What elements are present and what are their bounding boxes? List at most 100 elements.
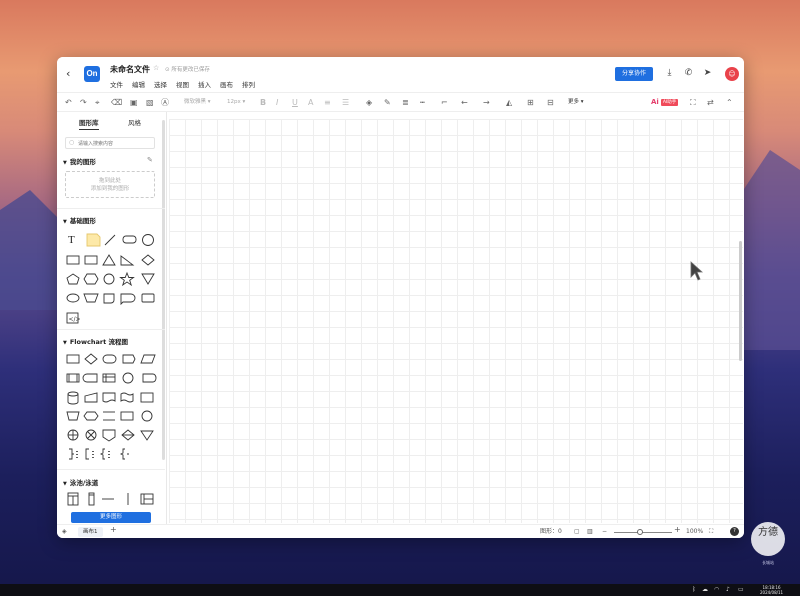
trapezoid-shape[interactable]	[83, 293, 99, 303]
manual-input-shape[interactable]	[84, 392, 98, 403]
more-tools-button[interactable]: 更多 ▾	[568, 97, 584, 108]
fullscreen-small-icon[interactable]: ⛶	[709, 527, 713, 537]
download-icon[interactable]: ⤓	[664, 68, 675, 79]
zoom-slider-handle[interactable]	[637, 529, 643, 535]
collapse-icon[interactable]: ⌃	[726, 97, 733, 108]
group-icon[interactable]: ⊟	[547, 97, 554, 108]
rect-alt-shape[interactable]	[84, 255, 98, 265]
fill-color-icon[interactable]: ◈	[366, 97, 372, 108]
font-color-icon[interactable]: A	[308, 97, 313, 108]
arrow-start-icon[interactable]: ←	[461, 97, 468, 108]
menu-view[interactable]: 视图	[176, 79, 189, 89]
process-shape[interactable]	[66, 354, 80, 364]
pentagon-shape[interactable]	[66, 273, 80, 285]
zoom-level[interactable]: 100%	[686, 527, 703, 537]
card-shape[interactable]	[141, 293, 155, 303]
menu-file[interactable]: 文件	[110, 79, 123, 89]
more-shapes-button[interactable]: 更多图形	[71, 512, 151, 523]
canvas-vertical-scrollbar[interactable]	[739, 241, 742, 361]
redo-icon[interactable]: ↷	[80, 97, 87, 108]
display-shape[interactable]	[122, 354, 136, 364]
callout-shape[interactable]	[120, 293, 136, 306]
phone-icon[interactable]: ✆	[683, 68, 694, 79]
align-shapes-icon[interactable]: ⊞	[527, 97, 534, 108]
menu-edit[interactable]: 编辑	[132, 79, 145, 89]
annotation-shape[interactable]	[69, 448, 74, 460]
battery-icon[interactable]: ▭	[738, 586, 744, 594]
image-icon[interactable]: ▧	[146, 97, 154, 108]
triangle-shape[interactable]	[102, 254, 116, 266]
layer-icon[interactable]: ◭	[506, 97, 512, 108]
tab-style[interactable]: 风格	[128, 117, 141, 127]
star-icon[interactable]: ☆	[153, 64, 159, 72]
right-triangle-shape[interactable]	[120, 255, 135, 266]
fit-page-icon[interactable]: ▢	[574, 527, 580, 537]
line-width-icon[interactable]: ≣	[402, 97, 409, 108]
line-shape[interactable]	[104, 234, 116, 246]
container-icon[interactable]: ▣	[130, 97, 138, 108]
section-my-shapes[interactable]: ▼ 我的图形	[63, 156, 96, 166]
brace-left-shape[interactable]	[99, 448, 105, 460]
zoom-slider[interactable]	[614, 532, 672, 533]
zoom-in-button[interactable]: +	[674, 525, 681, 535]
volume-icon[interactable]: ♪	[726, 586, 730, 594]
line-color-icon[interactable]: ✎	[384, 97, 391, 108]
align-icon[interactable]: ≡	[324, 97, 331, 108]
share-button[interactable]: 分享协作	[615, 67, 653, 81]
underline-icon[interactable]: U	[292, 97, 298, 108]
bluetooth-icon[interactable]: ᛒ	[692, 586, 696, 594]
decision-shape[interactable]	[84, 353, 98, 365]
ellipse-shape[interactable]	[66, 293, 80, 303]
data-shape[interactable]	[140, 354, 156, 364]
wifi-icon[interactable]: ◠	[714, 586, 719, 594]
format-painter-icon[interactable]: ⌖	[95, 97, 100, 108]
send-icon[interactable]: ➤	[702, 68, 713, 79]
avatar[interactable]: ☺	[725, 67, 739, 81]
off-page-ref-shape[interactable]	[102, 429, 116, 442]
delay-shape[interactable]	[142, 373, 157, 383]
text-style-icon[interactable]: Ⓐ	[161, 97, 169, 108]
stored-data-shape[interactable]	[82, 373, 98, 383]
section-basic-shapes[interactable]: ▼ 基础图形	[63, 215, 96, 225]
menu-arrange[interactable]: 排列	[242, 79, 255, 89]
menu-canvas[interactable]: 画布	[220, 79, 233, 89]
zoom-out-button[interactable]: −	[602, 527, 607, 537]
menu-insert[interactable]: 插入	[198, 79, 211, 89]
taskbar-clock[interactable]: 18:18:16 2024/08/11	[760, 585, 783, 595]
shape-search[interactable]: ○	[65, 137, 155, 149]
bracket-left-shape[interactable]	[85, 448, 89, 460]
line-style-icon[interactable]: ┅	[420, 97, 425, 108]
layers-icon[interactable]: ◈	[62, 527, 67, 537]
drawing-canvas[interactable]	[169, 119, 743, 523]
line-spacing-icon[interactable]: ☰	[342, 97, 349, 108]
arrow-end-icon[interactable]: →	[483, 97, 490, 108]
edit-icon[interactable]: ✎	[147, 156, 153, 164]
preparation-shape[interactable]	[83, 411, 99, 421]
internal-storage-shape[interactable]	[102, 373, 116, 383]
section-pool[interactable]: ▼ 泳池/泳道	[63, 477, 98, 487]
punched-tape-shape[interactable]	[120, 392, 134, 403]
section-flowchart[interactable]: ▼ Flowchart 流程图	[63, 336, 128, 346]
merge-shape[interactable]	[140, 430, 154, 441]
bold-icon[interactable]: B	[260, 97, 266, 108]
hexagon-shape[interactable]	[83, 273, 99, 285]
document-shape[interactable]	[102, 392, 116, 403]
database-shape[interactable]	[67, 391, 79, 405]
note-shape[interactable]	[86, 233, 101, 247]
connector-type-icon[interactable]: ⌐	[441, 97, 448, 108]
circle-shape[interactable]	[142, 234, 154, 246]
connector-shape[interactable]	[122, 372, 134, 384]
multi-document-shape[interactable]	[140, 392, 154, 403]
document-title[interactable]: 未命名文件	[110, 64, 150, 75]
rectangle-shape[interactable]	[66, 255, 80, 265]
card-flow-shape[interactable]	[120, 411, 134, 421]
inverted-triangle-shape[interactable]	[141, 273, 155, 285]
on-page-ref-shape[interactable]	[141, 410, 153, 422]
ai-assistant-button[interactable]: Ai AI助手	[651, 98, 679, 107]
menu-select[interactable]: 选择	[154, 79, 167, 89]
brace-annotation-shape[interactable]	[119, 448, 129, 460]
text-shape[interactable]: T	[68, 234, 75, 246]
manual-operation-shape[interactable]	[66, 411, 80, 421]
back-icon[interactable]: ‹	[66, 68, 76, 80]
help-button[interactable]: ?	[730, 527, 739, 536]
